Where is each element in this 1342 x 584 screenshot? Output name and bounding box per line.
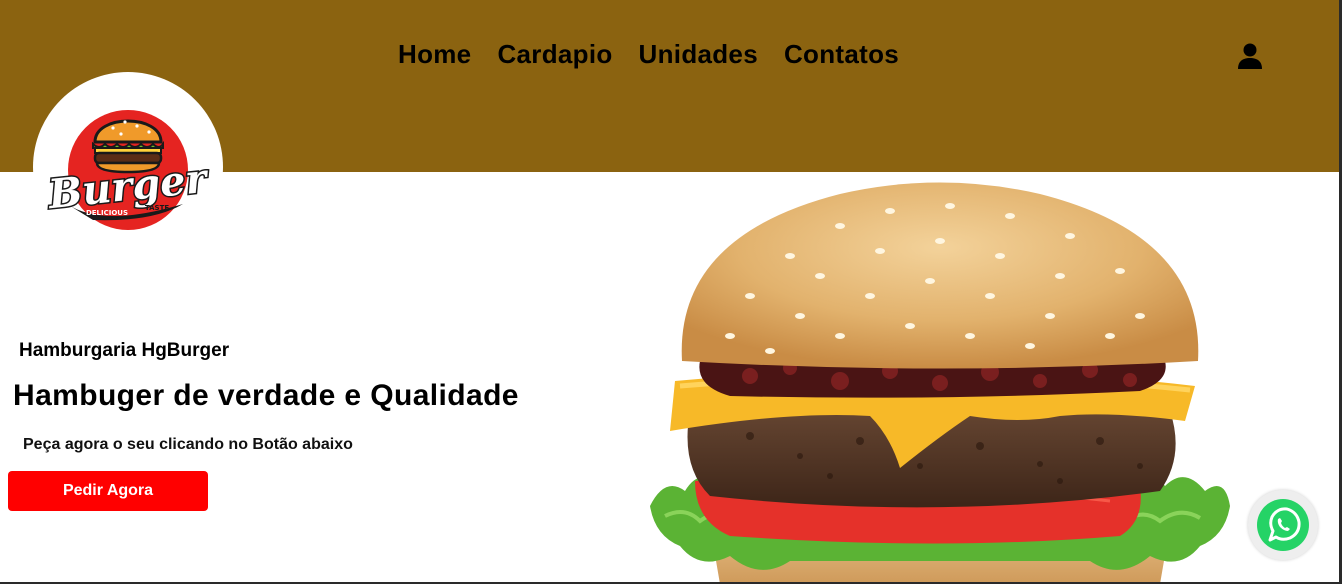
brand-tagline-left: DELICIOUS	[86, 209, 128, 217]
logo[interactable]: Burger DELICIOUS TASTE	[33, 72, 223, 262]
hero-tagline: Peça agora o seu clicando no Botão abaix…	[23, 436, 353, 453]
page: Home Cardapio Unidades Contatos Burger D…	[0, 0, 1342, 584]
hero-subtitle: Hamburgaria HgBurger	[19, 340, 230, 361]
nav-contatos[interactable]: Contatos	[784, 36, 899, 72]
nav-cardapio[interactable]: Cardapio	[497, 36, 612, 72]
burger-photo	[650, 182, 1230, 584]
nav-unidades[interactable]: Unidades	[639, 36, 758, 72]
nav-home[interactable]: Home	[398, 36, 471, 72]
whatsapp-icon	[1257, 499, 1309, 551]
order-now-button[interactable]: Pedir Agora	[8, 471, 208, 511]
hero-headline: Hambuger de verdade e Qualidade	[13, 379, 519, 412]
burger-logo-icon: Burger DELICIOUS TASTE	[44, 110, 213, 230]
user-icon[interactable]	[1236, 42, 1264, 70]
brand-tagline-right: TASTE	[145, 204, 169, 212]
whatsapp-button[interactable]	[1248, 490, 1318, 560]
main-nav: Home Cardapio Unidades Contatos	[398, 36, 899, 72]
